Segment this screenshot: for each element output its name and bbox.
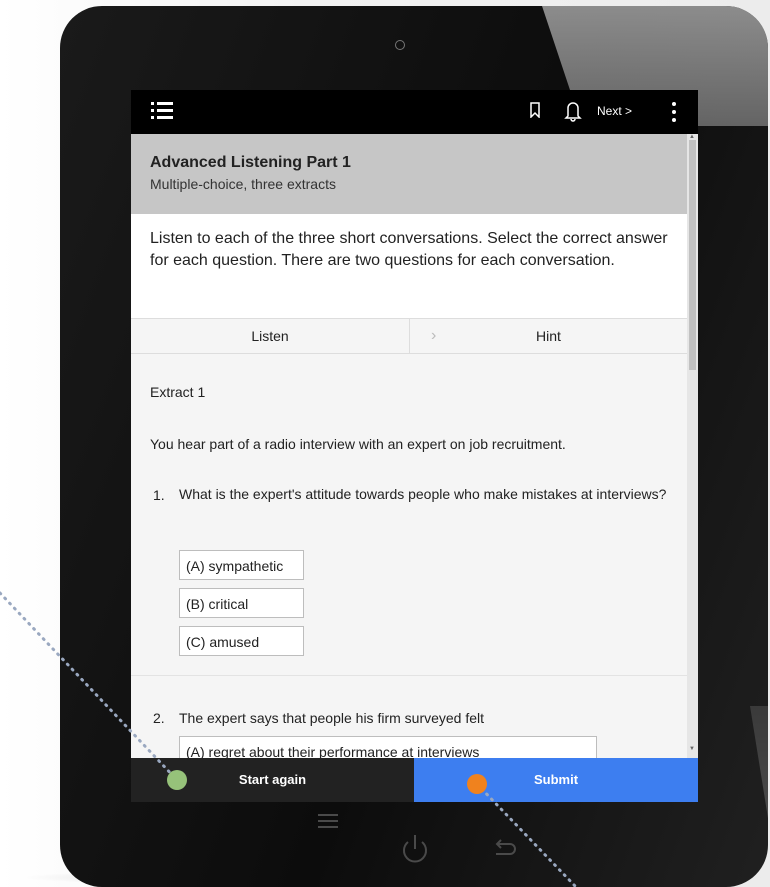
green-marker xyxy=(167,770,187,790)
pointer-lines xyxy=(0,591,578,887)
orange-marker xyxy=(467,774,487,794)
